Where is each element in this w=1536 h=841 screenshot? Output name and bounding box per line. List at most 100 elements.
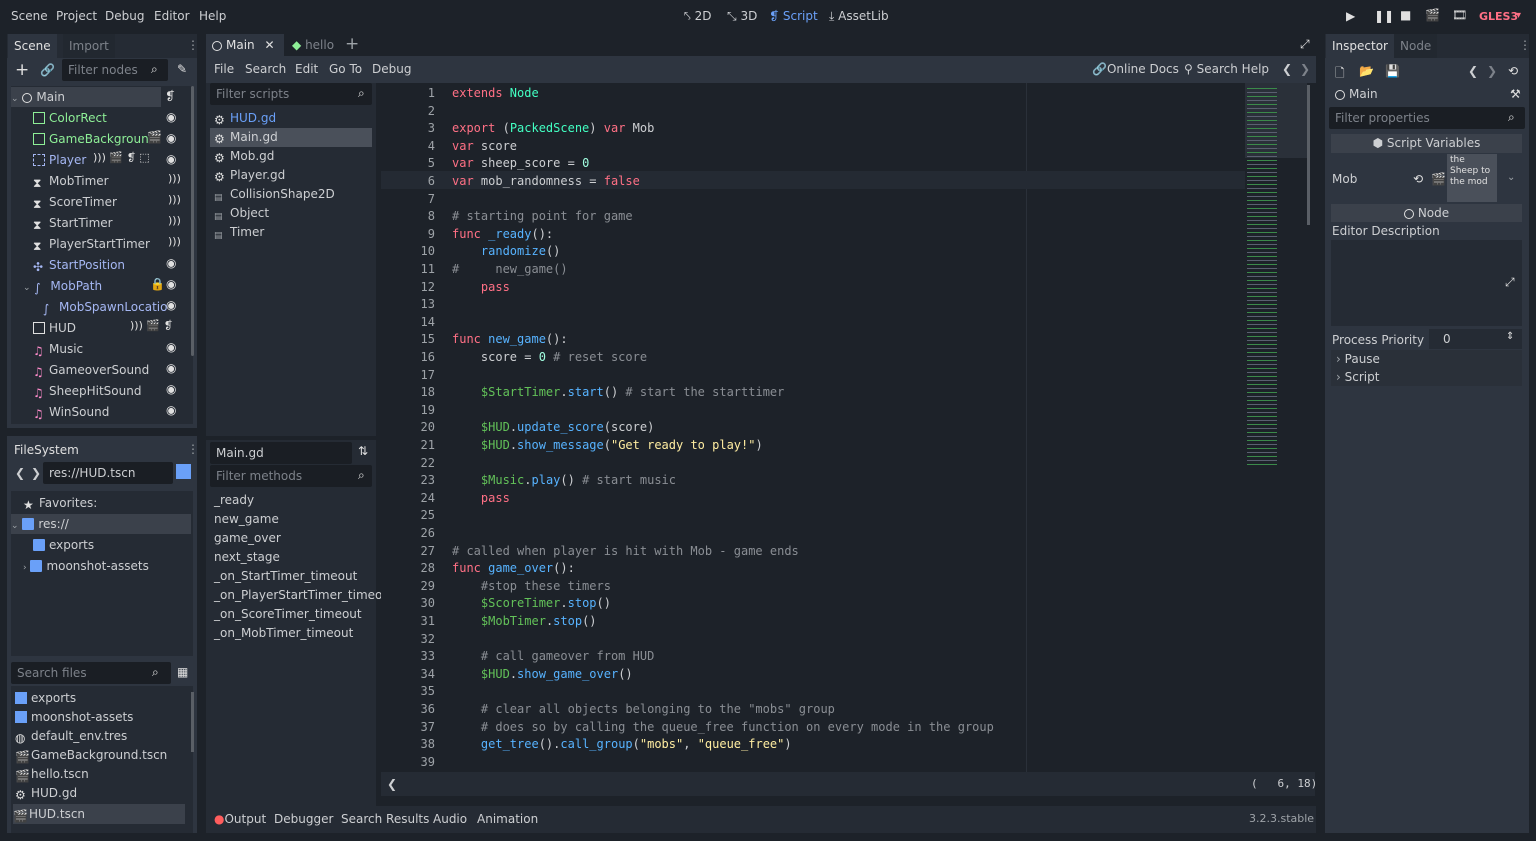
method-item[interactable]: new_game (210, 510, 372, 529)
signal-icon[interactable]: ))) (168, 235, 181, 248)
code-line[interactable]: 9 func _ready(): (381, 226, 1245, 244)
warnings-toggle-icon[interactable]: ❮ (387, 777, 397, 791)
eye-icon[interactable]: ◉ (166, 382, 176, 396)
code-line[interactable]: 34 $HUD.show_game_over() (381, 666, 1245, 684)
play-icon[interactable]: ▶ (1346, 9, 1355, 23)
tree-row-player[interactable]: Player (33, 150, 86, 170)
script-item[interactable]: ⚙ HUD.gd (210, 109, 372, 128)
signal-icon[interactable]: ))) 🎬 ❡ (130, 319, 173, 332)
stop-icon[interactable]: ■ (1400, 8, 1411, 22)
res-root-row[interactable]: ⌄ res:// (11, 514, 191, 534)
tree-row-mobspawnlocation[interactable]: ∫ MobSpawnLocatio (43, 297, 167, 317)
file-row[interactable]: moonshot-assets (15, 707, 133, 727)
tree-row-scoretimer[interactable]: ⧗ ScoreTimer (33, 192, 117, 212)
tab-filesystem[interactable]: FileSystem (8, 438, 85, 462)
back-icon[interactable]: ❮ (1468, 64, 1478, 78)
script-menu-goto[interactable]: Go To (329, 62, 362, 76)
forward-icon[interactable]: ❯ (1487, 64, 1497, 78)
split-mode-icon[interactable] (176, 464, 191, 479)
code-line[interactable]: 38 get_tree().call_group("mobs", "queue_… (381, 736, 1245, 754)
editor-description-field[interactable] (1331, 240, 1522, 326)
code-line[interactable]: 20 $HUD.update_score(score) (381, 419, 1245, 437)
eye-icon[interactable]: ◉ (166, 152, 176, 166)
signal-icon[interactable]: ))) 🎬 ❡ ⬚ (93, 151, 150, 164)
history-icon[interactable]: ⟲ (1508, 64, 1518, 78)
filter-properties-input[interactable]: Filter properties (1329, 107, 1525, 129)
instance-icon[interactable]: 🎬 (147, 130, 162, 144)
tab-import[interactable]: Import (63, 34, 115, 58)
code-line[interactable]: 36 # clear all objects belonging to the … (381, 701, 1245, 719)
tree-row-winsound[interactable]: ♫ WinSound (33, 402, 109, 422)
code-line[interactable]: 17 (381, 367, 1245, 385)
file-row[interactable]: ⚙ HUD.gd (15, 783, 77, 803)
script-group[interactable]: › Script (1331, 368, 1522, 386)
code-line[interactable]: 26 (381, 525, 1245, 543)
code-line[interactable]: 23 $Music.play() # start music (381, 472, 1245, 490)
script-item-selected[interactable]: ⚙ Main.gd (210, 128, 372, 147)
code-line[interactable]: 3 export (PackedScene) var Mob (381, 120, 1245, 138)
back-icon[interactable]: ❮ (1282, 62, 1292, 76)
code-line[interactable]: 21 $HUD.show_message("Get ready to play!… (381, 437, 1245, 455)
tree-row-music[interactable]: ♫ Music (33, 339, 83, 359)
tab-hello[interactable]: ◆ hello (286, 34, 340, 56)
signal-icon[interactable]: ))) (168, 214, 181, 227)
back-icon[interactable]: ❮ (15, 466, 25, 480)
code-line[interactable]: 24 pass (381, 490, 1245, 508)
doc-item[interactable]: ▤ Object (210, 204, 372, 223)
method-item[interactable]: _on_MobTimer_timeout (210, 624, 372, 643)
tree-row-mobtimer[interactable]: ⧗ MobTimer (33, 171, 109, 191)
code-line[interactable]: 37 # does so by calling the queue_free f… (381, 719, 1245, 737)
code-line[interactable]: 1 extends Node (381, 85, 1245, 103)
code-line[interactable]: 5 var sheep_score = 0 (381, 155, 1245, 173)
lock-icon[interactable]: 🔒 (150, 277, 165, 291)
code-line[interactable]: 11 # new_game() (381, 261, 1245, 279)
code-line[interactable]: 7 (381, 191, 1245, 209)
minimap[interactable] (1245, 83, 1307, 483)
script-menu-file[interactable]: File (214, 62, 234, 76)
tab-main[interactable]: Main ✕ (206, 34, 284, 56)
code-line[interactable]: 16 score = 0 # reset score (381, 349, 1245, 367)
doc-item[interactable]: ▤ Timer (210, 223, 372, 242)
code-line[interactable]: 25 (381, 507, 1245, 525)
code-editor[interactable]: 1 extends Node 2 3 export (PackedScene) var … (381, 83, 1315, 772)
tab-audio[interactable]: Audio (433, 812, 467, 826)
grid-view-icon[interactable]: ▦ (177, 665, 188, 679)
doc-item[interactable]: ▤ CollisionShape2D (210, 185, 372, 204)
workspace-script-button[interactable]: ❡ Script (769, 9, 818, 23)
code-line[interactable]: 28 func game_over(): (381, 560, 1245, 578)
signal-icon[interactable]: ))) (168, 193, 181, 206)
eye-icon[interactable]: ◉ (166, 403, 176, 417)
object-menu-icon[interactable]: ⚒ (1510, 87, 1521, 101)
menu-project[interactable]: Project (56, 9, 97, 23)
script-icon[interactable]: ❡ (165, 89, 175, 103)
tree-row-playerstarttimer[interactable]: ⧗ PlayerStartTimer (33, 234, 150, 254)
tree-row-startposition[interactable]: ✣ StartPosition (33, 255, 125, 275)
renderer-label[interactable]: GLES3 (1479, 10, 1518, 23)
search-help-link[interactable]: ⚲ Search Help (1184, 62, 1269, 76)
scrollbar[interactable] (191, 692, 194, 752)
file-row[interactable]: exports (15, 688, 76, 708)
scrollbar[interactable] (1307, 85, 1310, 225)
method-item[interactable]: game_over (210, 529, 372, 548)
spinner-icon[interactable]: ⇕ (1506, 331, 1514, 342)
tab-animation[interactable]: Animation (477, 812, 538, 826)
forward-icon[interactable]: ❯ (1300, 62, 1310, 76)
scene-file-icon[interactable]: 🎬 (1431, 172, 1446, 186)
code-line[interactable]: 14 (381, 314, 1245, 332)
more-icon[interactable]: ⋮ (187, 38, 199, 52)
inspected-object[interactable]: Main (1335, 87, 1378, 101)
code-line[interactable]: 12 pass (381, 279, 1245, 297)
play-custom-scene-icon[interactable]: 🎞 (1452, 8, 1467, 22)
tab-scene[interactable]: Scene (8, 34, 57, 58)
menu-help[interactable]: Help (199, 9, 226, 23)
link-icon[interactable]: 🔗 (40, 63, 55, 77)
favorites-row[interactable]: ★ Favorites: (23, 493, 97, 513)
code-line[interactable]: 27 # called when player is hit with Mob -… (381, 543, 1245, 561)
more-icon[interactable]: ⋮ (1519, 38, 1531, 52)
signal-icon[interactable]: ))) (168, 172, 181, 185)
code-line[interactable]: 30 $ScoreTimer.stop() (381, 595, 1245, 613)
code-line[interactable]: 29 #stop these timers (381, 578, 1245, 596)
tree-row-sheephitsound[interactable]: ♫ SheepHitSound (33, 381, 141, 401)
tree-row-colorrect[interactable]: ColorRect (33, 108, 107, 128)
search-files-input[interactable]: Search files (11, 662, 171, 684)
